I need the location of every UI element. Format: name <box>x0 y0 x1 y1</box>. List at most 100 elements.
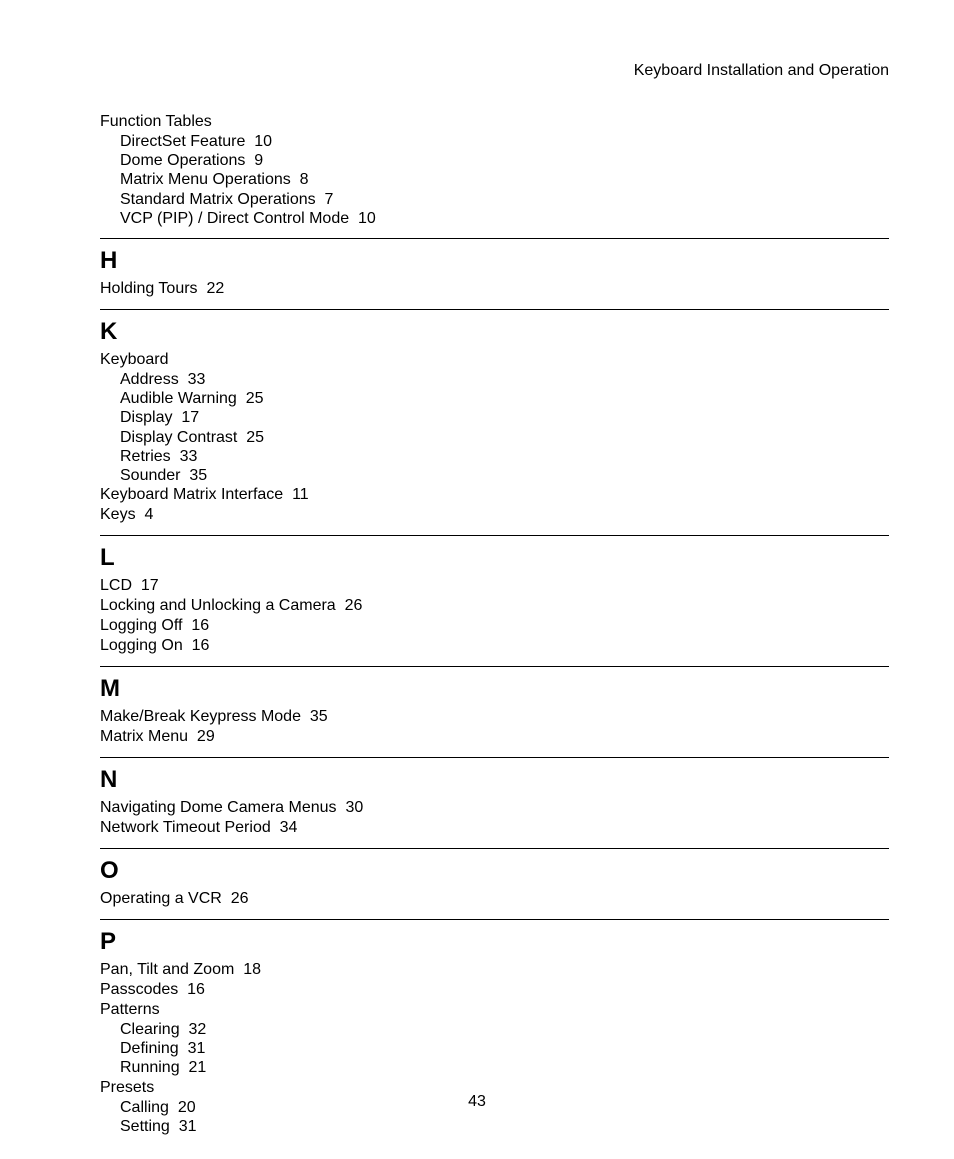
divider <box>100 919 889 920</box>
entry-label: Passcodes <box>100 981 178 998</box>
index-entry: LCD 17 <box>100 576 889 596</box>
page-ref: 21 <box>189 1059 207 1076</box>
subentry-label: Audible Warning <box>120 390 237 407</box>
index-letter-l: L <box>100 544 889 572</box>
page-ref: 35 <box>189 467 207 484</box>
page-ref: 9 <box>254 152 263 169</box>
subentry-label: Setting <box>120 1118 170 1135</box>
page-ref: 25 <box>246 429 264 446</box>
subentry-label: Dome Operations <box>120 152 245 169</box>
index-subentry: Sounder 35 <box>100 466 889 485</box>
subentry-label: VCP (PIP) / Direct Control Mode <box>120 210 349 227</box>
page-header: Keyboard Installation and Operation <box>100 62 889 80</box>
page-ref: 34 <box>280 819 298 836</box>
index-subentry: Audible Warning 25 <box>100 389 889 408</box>
index-subentry: Setting 31 <box>100 1117 889 1136</box>
index-entry: Function Tables <box>100 112 889 132</box>
entry-label: LCD <box>100 577 132 594</box>
index-entry: Holding Tours 22 <box>100 279 889 299</box>
entry-label: Make/Break Keypress Mode <box>100 708 301 725</box>
page-ref: 10 <box>358 210 376 227</box>
page-ref: 35 <box>310 708 328 725</box>
page-ref: 22 <box>206 280 224 297</box>
page-ref: 31 <box>188 1040 206 1057</box>
index-entry: Patterns <box>100 1000 889 1020</box>
page-ref: 17 <box>141 577 159 594</box>
divider <box>100 535 889 536</box>
subentry-label: Running <box>120 1059 180 1076</box>
index-subentry: Address 33 <box>100 370 889 389</box>
page-ref: 25 <box>246 390 264 407</box>
entry-label: Logging On <box>100 637 183 654</box>
index-subentry: DirectSet Feature 10 <box>100 132 889 151</box>
index-entry: Make/Break Keypress Mode 35 <box>100 707 889 727</box>
index-subentry: Dome Operations 9 <box>100 151 889 170</box>
subentry-label: Address <box>120 371 179 388</box>
page-ref: 33 <box>180 448 198 465</box>
page-ref: 17 <box>181 409 199 426</box>
entry-label: Holding Tours <box>100 280 198 297</box>
index-entry: Network Timeout Period 34 <box>100 818 889 838</box>
index-subentry: Display 17 <box>100 408 889 427</box>
entry-label: Keys <box>100 506 136 523</box>
index-subentry: Running 21 <box>100 1058 889 1077</box>
page-ref: 8 <box>300 171 309 188</box>
subentry-label: Sounder <box>120 467 181 484</box>
entry-label: Locking and Unlocking a Camera <box>100 597 336 614</box>
page-number: 43 <box>0 1093 954 1111</box>
divider <box>100 666 889 667</box>
index-entry: Navigating Dome Camera Menus 30 <box>100 798 889 818</box>
index-entry: Locking and Unlocking a Camera 26 <box>100 596 889 616</box>
entry-label: Network Timeout Period <box>100 819 271 836</box>
subentry-label: DirectSet Feature <box>120 133 245 150</box>
page-ref: 4 <box>144 506 153 523</box>
entry-label: Pan, Tilt and Zoom <box>100 961 234 978</box>
entry-label: Navigating Dome Camera Menus <box>100 799 337 816</box>
index-entry: Matrix Menu 29 <box>100 727 889 747</box>
page: Keyboard Installation and Operation Func… <box>0 0 954 1159</box>
index-subentry: Standard Matrix Operations 7 <box>100 190 889 209</box>
index-entry: Keys 4 <box>100 505 889 525</box>
page-ref: 30 <box>345 799 363 816</box>
page-ref: 10 <box>254 133 272 150</box>
index-entry: Operating a VCR 26 <box>100 889 889 909</box>
entry-label: Operating a VCR <box>100 890 222 907</box>
index-entry: Keyboard Matrix Interface 11 <box>100 485 889 505</box>
page-ref: 7 <box>325 191 334 208</box>
entry-label: Matrix Menu <box>100 728 188 745</box>
page-ref: 16 <box>187 981 205 998</box>
page-ref: 31 <box>179 1118 197 1135</box>
index-entry: Logging Off 16 <box>100 616 889 636</box>
index-subentry: Defining 31 <box>100 1039 889 1058</box>
page-ref: 16 <box>191 617 209 634</box>
index-letter-k: K <box>100 318 889 346</box>
entry-label: Logging Off <box>100 617 182 634</box>
index-letter-p: P <box>100 928 889 956</box>
index-subentry: Matrix Menu Operations 8 <box>100 170 889 189</box>
page-ref: 33 <box>188 371 206 388</box>
subentry-label: Standard Matrix Operations <box>120 191 316 208</box>
divider <box>100 757 889 758</box>
index-entry: Passcodes 16 <box>100 980 889 1000</box>
page-ref: 29 <box>197 728 215 745</box>
entry-label: Keyboard Matrix Interface <box>100 486 283 503</box>
page-ref: 26 <box>231 890 249 907</box>
subentry-label: Clearing <box>120 1021 180 1038</box>
subentry-label: Matrix Menu Operations <box>120 171 291 188</box>
subentry-label: Defining <box>120 1040 179 1057</box>
index-entry: Keyboard <box>100 350 889 370</box>
page-ref: 16 <box>192 637 210 654</box>
index-subentry: Display Contrast 25 <box>100 428 889 447</box>
index-letter-n: N <box>100 766 889 794</box>
page-ref: 11 <box>292 486 309 503</box>
index-subentry: VCP (PIP) / Direct Control Mode 10 <box>100 209 889 228</box>
subentry-label: Retries <box>120 448 171 465</box>
index-letter-m: M <box>100 675 889 703</box>
index-entry: Pan, Tilt and Zoom 18 <box>100 960 889 980</box>
index-subentry: Retries 33 <box>100 447 889 466</box>
index-letter-o: O <box>100 857 889 885</box>
index-subentry: Clearing 32 <box>100 1020 889 1039</box>
subentry-label: Display <box>120 409 172 426</box>
page-ref: 18 <box>243 961 261 978</box>
page-ref: 26 <box>345 597 363 614</box>
